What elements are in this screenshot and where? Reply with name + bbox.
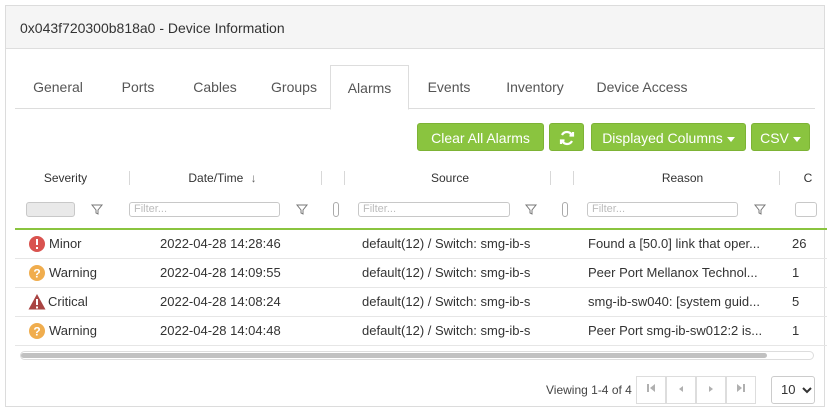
datetime-filter-input[interactable]: Filter...	[129, 202, 280, 217]
caret-down-icon	[726, 136, 735, 142]
first-page-icon	[647, 384, 655, 392]
last-page-button[interactable]	[726, 376, 756, 404]
tab-alarms[interactable]: Alarms	[330, 65, 409, 110]
funnel-icon[interactable]	[90, 202, 104, 216]
panel-title: 0x043f720300b818a0 - Device Information	[20, 20, 285, 36]
displayed-columns-button[interactable]: Displayed Columns	[591, 123, 746, 151]
caret-down-icon	[792, 136, 801, 142]
source-cell: default(12) / Switch: smg-ib-s	[362, 323, 531, 338]
warning-icon: ?	[29, 265, 45, 281]
svg-text:?: ?	[33, 267, 40, 281]
table-row[interactable]: Critical 2022-04-28 14:08:24 default(12)…	[15, 288, 827, 317]
warning-icon: ?	[29, 323, 45, 339]
table-row[interactable]: Minor 2022-04-28 14:28:46 default(12) / …	[15, 230, 827, 259]
grid-header: Severity Date/Time ↓ Source Reason C	[15, 166, 827, 192]
funnel-icon[interactable]	[753, 202, 767, 216]
next-page-icon	[709, 386, 713, 392]
column-divider[interactable]	[779, 171, 780, 185]
column-divider[interactable]	[344, 171, 345, 185]
funnel-icon[interactable]	[295, 202, 309, 216]
page-size-select[interactable]: 10	[771, 376, 815, 404]
table-row[interactable]: ? Warning 2022-04-28 14:09:55 default(12…	[15, 259, 827, 288]
refresh-button[interactable]	[549, 123, 584, 151]
svg-text:?: ?	[33, 325, 40, 339]
sort-descending-icon: ↓	[250, 171, 257, 185]
minor-icon	[29, 236, 45, 252]
previous-page-button[interactable]	[666, 376, 696, 404]
count-cell: 1	[792, 323, 800, 338]
severity-cell: Minor	[49, 236, 82, 251]
column-source[interactable]: Source	[405, 171, 495, 185]
severity-filter-select[interactable]	[26, 202, 75, 217]
tab-device-access[interactable]: Device Access	[587, 65, 697, 109]
first-page-button[interactable]	[636, 376, 666, 404]
scrollbar-thumb[interactable]	[21, 353, 767, 358]
source-cell: default(12) / Switch: smg-ib-s	[362, 294, 531, 309]
severity-cell: Warning	[49, 265, 97, 280]
viewing-count: Viewing 1-4 of 4	[546, 383, 632, 397]
count-filter-input[interactable]	[795, 202, 817, 217]
tab-ports[interactable]: Ports	[107, 65, 169, 109]
device-information-panel: 0x043f720300b818a0 - Device Information …	[5, 5, 827, 407]
funnel-icon[interactable]	[524, 202, 538, 216]
count-cell: 1	[792, 265, 800, 280]
csv-button[interactable]: CSV	[751, 123, 810, 151]
tab-inventory[interactable]: Inventory	[495, 65, 575, 109]
datetime-cell: 2022-04-28 14:28:46	[160, 236, 281, 251]
datetime-cell: 2022-04-28 14:08:24	[160, 294, 281, 309]
column-pill-handle[interactable]	[562, 202, 568, 217]
tab-bar: General Ports Cables Groups Alarms Event…	[15, 65, 815, 110]
clear-all-alarms-button[interactable]: Clear All Alarms	[417, 123, 544, 151]
severity-cell: Critical	[48, 294, 88, 309]
column-divider[interactable]	[129, 171, 130, 185]
chevron-down-icon	[802, 387, 812, 394]
source-cell: default(12) / Switch: smg-ib-s	[362, 236, 531, 251]
tab-cables[interactable]: Cables	[179, 65, 251, 109]
reason-cell: Peer Port Mellanox Technol...	[588, 265, 758, 280]
horizontal-scrollbar[interactable]	[20, 351, 814, 360]
source-filter-input[interactable]: Filter...	[358, 202, 510, 217]
page-size-value: 10	[781, 382, 796, 397]
column-divider[interactable]	[573, 171, 574, 185]
critical-icon	[28, 294, 46, 310]
refresh-icon	[559, 130, 574, 145]
filter-row: Filter... Filter... Filter...	[15, 198, 827, 224]
column-reason[interactable]: Reason	[645, 171, 720, 185]
column-divider[interactable]	[550, 171, 551, 185]
reason-cell: Found a [50.0] link that oper...	[588, 236, 761, 251]
column-count[interactable]: C	[801, 171, 815, 185]
reason-cell: Peer Port smg-ib-sw012:2 is...	[588, 323, 763, 338]
table-row[interactable]: ? Warning 2022-04-28 14:04:48 default(12…	[15, 317, 827, 346]
datetime-cell: 2022-04-28 14:04:48	[160, 323, 281, 338]
reason-filter-input[interactable]: Filter...	[587, 202, 738, 217]
displayed-columns-label: Displayed Columns	[602, 130, 723, 146]
count-cell: 5	[792, 294, 800, 309]
column-severity[interactable]: Severity	[23, 171, 108, 185]
reason-cell: smg-ib-sw040: [system guid...	[588, 294, 760, 309]
tab-events[interactable]: Events	[418, 65, 480, 109]
column-datetime[interactable]: Date/Time ↓	[165, 171, 280, 185]
tab-groups[interactable]: Groups	[258, 65, 330, 109]
column-divider[interactable]	[321, 171, 322, 185]
previous-page-icon	[679, 386, 683, 392]
next-page-button[interactable]	[696, 376, 726, 404]
clear-all-alarms-label: Clear All Alarms	[431, 130, 530, 146]
csv-label: CSV	[760, 130, 789, 146]
tab-general[interactable]: General	[19, 65, 97, 109]
alarms-table: Minor 2022-04-28 14:28:46 default(12) / …	[15, 228, 827, 346]
panel-header: 0x043f720300b818a0 - Device Information	[6, 6, 824, 49]
count-cell: 26	[792, 236, 807, 251]
severity-cell: Warning	[49, 323, 97, 338]
source-cell: default(12) / Switch: smg-ib-s	[362, 265, 531, 280]
column-pill-handle[interactable]	[333, 202, 339, 217]
last-page-icon	[737, 384, 745, 392]
column-datetime-label: Date/Time	[188, 171, 244, 185]
datetime-cell: 2022-04-28 14:09:55	[160, 265, 281, 280]
